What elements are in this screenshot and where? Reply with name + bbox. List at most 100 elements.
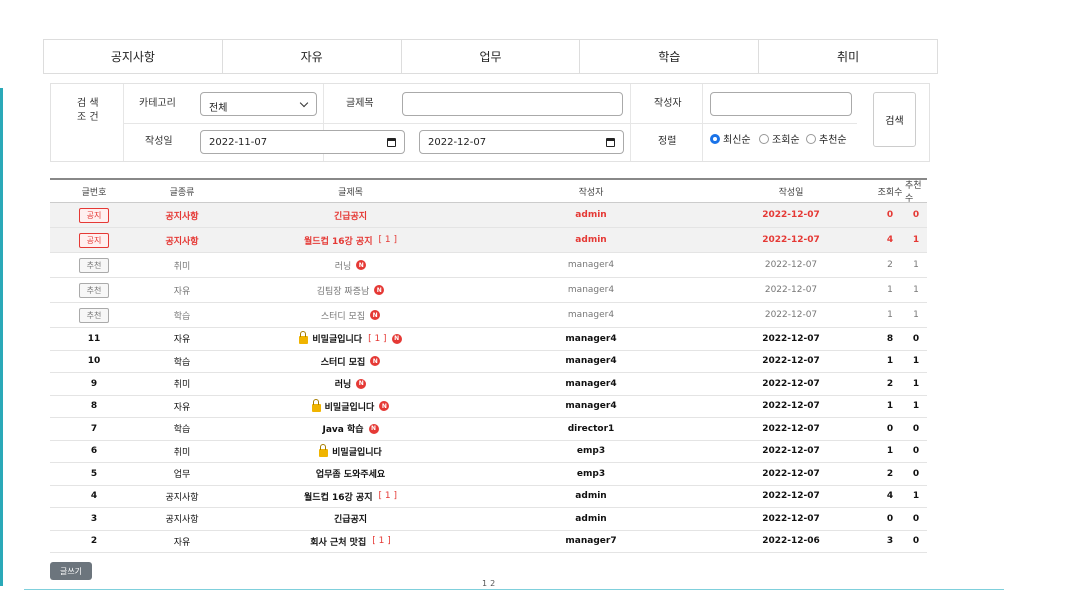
table-row[interactable]: 공지 공지사항 월드컵 16강 공지 [ 1 ] admin 2022-12-07… [50, 228, 927, 253]
cell-title: 긴급공지 [226, 508, 475, 530]
post-title-link[interactable]: 월드컵 16강 공지 [304, 234, 372, 247]
title-search-input[interactable] [402, 92, 623, 116]
table-header: 글번호 글종류 글제목 작성자 작성일 조회수 추천수 [50, 178, 927, 204]
cell-no: 추천 [50, 303, 138, 327]
cell-views: 1 [886, 356, 894, 367]
header-views[interactable]: 조회수 [875, 180, 905, 202]
category-select[interactable]: 전체 [200, 92, 317, 116]
cell-no: 3 [50, 508, 138, 530]
lock-icon [319, 443, 329, 457]
date-from-input[interactable]: 2022-11-07 [200, 130, 405, 154]
post-title-link[interactable]: 비밀글입니다 [332, 445, 382, 458]
table-row[interactable]: 10 학습 스터디 모집 N manager4 2022-12-07 1 1 [50, 351, 927, 373]
new-badge-icon: N [356, 378, 367, 389]
cell-no: 공지 [50, 228, 138, 252]
page-link-2[interactable]: 2 [490, 579, 495, 588]
search-button[interactable]: 검색 [873, 92, 916, 147]
post-title-link[interactable]: 비밀글입니다 [312, 332, 362, 345]
date-from-value: 2022-11-07 [209, 137, 268, 148]
header-writer[interactable]: 작성자 [475, 180, 707, 202]
sort-latest-radio[interactable]: 최신순 [710, 131, 751, 146]
cell-title: 러닝 N [226, 373, 475, 395]
header-likes[interactable]: 추천수 [905, 180, 927, 204]
table-row[interactable]: 9 취미 러닝 N manager4 2022-12-07 2 1 [50, 373, 927, 396]
cell-title: 긴급공지 [226, 203, 475, 227]
cell-date: 2022-12-07 [762, 378, 820, 389]
post-title-link[interactable]: 스터디 모집 [321, 309, 365, 322]
post-title-link[interactable]: 긴급공지 [334, 512, 367, 525]
post-title-link[interactable]: Java 학습 [322, 422, 363, 435]
table-row[interactable]: 6 취미 비밀글입니다 emp3 2022-12-07 1 0 [50, 441, 927, 463]
cell-title: 러닝 N [226, 253, 475, 277]
cell-views: 1 [887, 310, 893, 320]
post-title-link[interactable]: 러닝 [335, 259, 352, 272]
radio-checked-icon [710, 133, 720, 144]
cell-title: 비밀글입니다 N [226, 396, 475, 418]
cell-no: 6 [50, 441, 138, 463]
header-type[interactable]: 글종류 [138, 180, 226, 202]
notice-badge: 공지 [78, 207, 110, 223]
table-row[interactable]: 7 학습 Java 학습 N director1 2022-12-07 0 0 [50, 418, 927, 441]
cell-title: Java 학습 N [226, 418, 475, 440]
cell-likes: 1 [912, 235, 920, 245]
cell-type: 자유 [173, 402, 191, 413]
post-title-link[interactable]: 러닝 [335, 377, 352, 390]
cell-type: 공지사항 [165, 236, 199, 247]
write-post-button[interactable]: 글쓰기 [50, 562, 92, 580]
footer-divider [24, 589, 1004, 590]
header-date[interactable]: 작성일 [707, 180, 875, 202]
cell-likes: 1 [913, 285, 919, 295]
date-to-input[interactable]: 2022-12-07 [419, 130, 624, 154]
cell-writer: admin [575, 491, 607, 502]
tab-study[interactable]: 학습 [580, 40, 760, 73]
table-row[interactable]: 11 자유 비밀글입니다 [ 1 ] N manager4 2022-12-07 8… [50, 328, 927, 351]
cell-likes: 1 [913, 310, 919, 320]
table-row[interactable]: 공지 공지사항 긴급공지 admin 2022-12-07 0 0 [50, 203, 927, 228]
post-title-link[interactable]: 업무좀 도와주세요 [316, 467, 385, 480]
cell-views: 0 [886, 210, 894, 220]
cell-title: 비밀글입니다 [ 1 ] N [226, 328, 475, 350]
cell-title: 업무좀 도와주세요 [226, 463, 475, 485]
post-title-link[interactable]: 월드컵 16강 공지 [304, 490, 372, 503]
post-title-link[interactable]: 긴급공지 [334, 209, 367, 222]
post-title-link[interactable]: 스터디 모집 [321, 355, 366, 368]
cell-date: 2022-12-07 [762, 356, 820, 367]
table-row[interactable]: 추천 자유 김팀장 짜증남 N manager4 2022-12-07 1 1 [50, 278, 927, 303]
page-link-1[interactable]: 1 [482, 579, 487, 588]
tab-hobby[interactable]: 취미 [759, 40, 937, 73]
cell-likes: 0 [912, 423, 920, 434]
table-row[interactable]: 4 공지사항 월드컵 16강 공지[ 1 ] admin 2022-12-07 … [50, 486, 927, 508]
table-row[interactable]: 추천 학습 스터디 모집 N manager4 2022-12-07 1 1 [50, 303, 927, 328]
table-row[interactable]: 2 자유 회사 근처 맛집 [ 1 ] manager7 2022-12-06 3… [50, 531, 927, 553]
post-title-link[interactable]: 회사 근처 맛집 [310, 535, 366, 548]
cell-type: 자유 [173, 537, 191, 548]
table-row[interactable]: 5 업무 업무좀 도와주세요 emp3 2022-12-07 2 0 [50, 463, 927, 486]
cell-writer: manager4 [565, 333, 617, 344]
new-badge-icon: N [379, 401, 390, 412]
tab-notice[interactable]: 공지사항 [44, 40, 223, 73]
table-row[interactable]: 3 공지사항 긴급공지 admin 2022-12-07 0 0 [50, 508, 927, 531]
calendar-icon[interactable] [606, 138, 615, 147]
cell-title: 김팀장 짜증남 N [226, 278, 475, 302]
post-title-link[interactable]: 김팀장 짜증남 [317, 284, 370, 297]
tab-free[interactable]: 자유 [223, 40, 402, 73]
post-title-link[interactable]: 비밀글입니다 [325, 400, 375, 413]
cell-writer: manager4 [565, 356, 617, 367]
sort-label: 정렬 [658, 136, 677, 147]
cell-writer: admin [575, 235, 607, 245]
header-no[interactable]: 글번호 [50, 180, 138, 202]
writer-search-input[interactable] [710, 92, 852, 116]
table-row[interactable]: 추천 취미 러닝 N manager4 2022-12-07 2 1 [50, 253, 927, 278]
tab-work[interactable]: 업무 [402, 40, 581, 73]
sort-likes-radio[interactable]: 추천순 [806, 131, 847, 146]
table-row[interactable]: 8 자유 비밀글입니다 N manager4 2022-12-07 1 1 [50, 396, 927, 418]
cell-type: 학습 [173, 311, 191, 322]
cell-date: 2022-12-07 [762, 446, 820, 457]
calendar-icon[interactable] [387, 138, 396, 147]
header-title[interactable]: 글제목 [226, 180, 475, 202]
sort-views-radio[interactable]: 조회순 [759, 131, 800, 146]
comment-count: [ 1 ] [372, 536, 391, 547]
new-badge-icon: N [370, 356, 381, 367]
recommend-badge: 추천 [78, 257, 110, 273]
date-to-value: 2022-12-07 [428, 137, 487, 148]
